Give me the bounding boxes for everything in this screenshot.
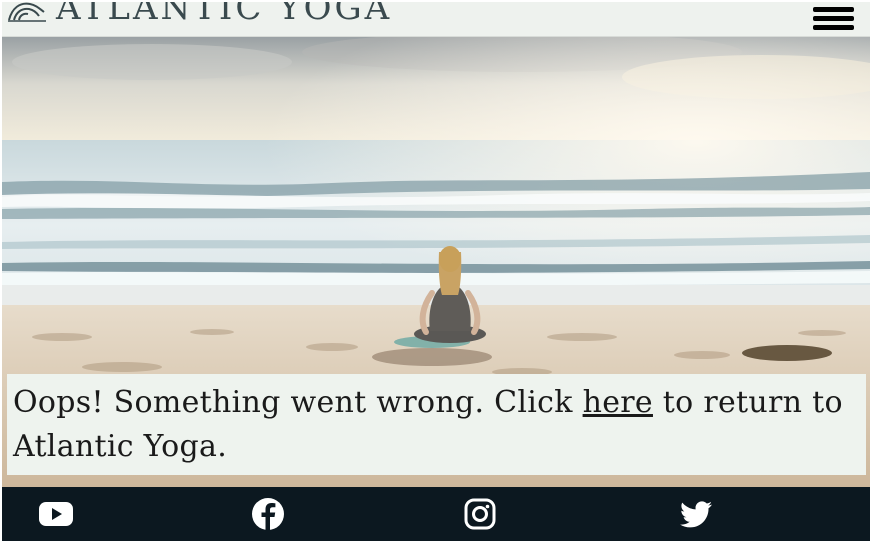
hamburger-menu-icon[interactable]	[813, 7, 854, 32]
error-text-start: Oops! Something went wrong. Click	[13, 385, 583, 420]
site-footer	[2, 487, 870, 541]
site-header: ATLANTIC YOGA	[2, 2, 870, 37]
error-message: Oops! Something went wrong. Click here t…	[7, 374, 866, 475]
instagram-icon[interactable]	[462, 497, 498, 531]
wave-icon[interactable]	[6, 2, 48, 24]
twitter-icon[interactable]	[678, 497, 714, 531]
page: ATLANTIC YOGA Oops! Something went wrong…	[2, 2, 870, 541]
return-home-link[interactable]: here	[583, 385, 653, 420]
brand-title[interactable]: ATLANTIC YOGA	[56, 2, 392, 28]
youtube-icon[interactable]	[38, 497, 74, 531]
facebook-icon[interactable]	[250, 497, 286, 531]
